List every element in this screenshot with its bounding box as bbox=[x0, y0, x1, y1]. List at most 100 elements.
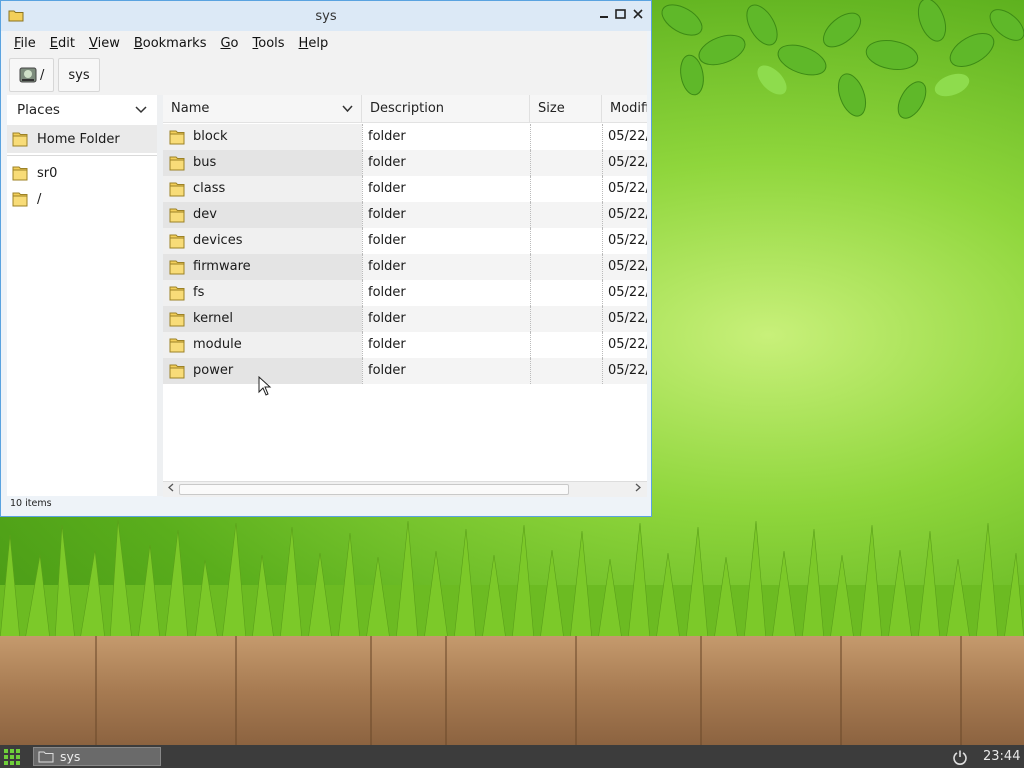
sidebar-item-home-folder[interactable]: Home Folder bbox=[7, 125, 157, 153]
table-row[interactable]: power folder 05/22/ bbox=[163, 358, 647, 384]
file-name-cell: kernel bbox=[163, 306, 362, 332]
file-description: folder bbox=[368, 337, 406, 352]
table-row[interactable]: bus folder 05/22/ bbox=[163, 150, 647, 176]
plank-line bbox=[575, 636, 577, 745]
path-root-button[interactable]: / bbox=[9, 58, 55, 92]
chevron-left-icon bbox=[168, 483, 174, 492]
list-header: Name Description Size Modifi bbox=[163, 95, 647, 123]
close-button[interactable] bbox=[630, 7, 646, 23]
file-size-cell bbox=[530, 228, 603, 254]
path-current-button[interactable]: sys bbox=[58, 58, 100, 92]
maximize-button[interactable] bbox=[612, 7, 628, 23]
file-name-cell: module bbox=[163, 332, 362, 358]
folder-icon bbox=[169, 234, 185, 249]
menu-bookmarks-mnemonic: B bbox=[133, 35, 143, 51]
sidebar-separator bbox=[7, 155, 157, 156]
menu-file[interactable]: File bbox=[7, 36, 43, 51]
table-row[interactable]: devices folder 05/22/ bbox=[163, 228, 647, 254]
file-name-cell: devices bbox=[163, 228, 362, 254]
chevron-down-icon bbox=[135, 106, 147, 114]
file-description-cell: folder bbox=[362, 332, 530, 358]
menu-help-mnemonic: H bbox=[298, 35, 309, 51]
column-size-label: Size bbox=[538, 101, 565, 116]
path-root-label: / bbox=[40, 67, 45, 83]
title-bar[interactable]: sys bbox=[1, 1, 651, 31]
file-name: class bbox=[193, 181, 226, 196]
horizontal-scrollbar[interactable] bbox=[163, 481, 647, 497]
file-description: folder bbox=[368, 181, 406, 196]
table-row[interactable]: block folder 05/22/ bbox=[163, 124, 647, 150]
minimize-button[interactable] bbox=[596, 7, 612, 23]
table-row[interactable]: module folder 05/22/ bbox=[163, 332, 647, 358]
file-name-cell: fs bbox=[163, 280, 362, 306]
file-description-cell: folder bbox=[362, 176, 530, 202]
menu-go[interactable]: Go bbox=[213, 36, 245, 51]
menu-tools[interactable]: Tools bbox=[246, 36, 292, 51]
sort-chevron-down-icon bbox=[342, 105, 353, 113]
folder-icon bbox=[169, 156, 185, 171]
file-modified-cell: 05/22/ bbox=[602, 176, 647, 202]
column-header-size[interactable]: Size bbox=[530, 95, 602, 123]
file-modified: 05/22/ bbox=[608, 285, 647, 300]
file-description-cell: folder bbox=[362, 358, 530, 384]
table-row[interactable]: class folder 05/22/ bbox=[163, 176, 647, 202]
taskbar-window-button[interactable]: sys bbox=[33, 747, 161, 766]
table-row[interactable]: kernel folder 05/22/ bbox=[163, 306, 647, 332]
sidebar-item-root[interactable]: / bbox=[7, 186, 157, 212]
file-modified: 05/22/ bbox=[608, 259, 647, 274]
table-row[interactable]: firmware folder 05/22/ bbox=[163, 254, 647, 280]
taskbar: sys 23:44 bbox=[0, 745, 1024, 768]
file-size-cell bbox=[530, 176, 603, 202]
file-description-cell: folder bbox=[362, 306, 530, 332]
file-size-cell bbox=[530, 280, 603, 306]
file-size-cell bbox=[530, 254, 603, 280]
file-list: Name Description Size Modifi block folder… bbox=[163, 95, 647, 481]
file-modified: 05/22/ bbox=[608, 311, 647, 326]
file-description-cell: folder bbox=[362, 124, 530, 150]
file-modified-cell: 05/22/ bbox=[602, 280, 647, 306]
table-row[interactable]: dev folder 05/22/ bbox=[163, 202, 647, 228]
scroll-right-button[interactable] bbox=[631, 483, 645, 497]
plank-line bbox=[235, 636, 237, 745]
sidebar-item-sr0[interactable]: sr0 bbox=[7, 160, 157, 186]
folder-icon bbox=[169, 364, 185, 379]
menu-view[interactable]: View bbox=[82, 36, 127, 51]
file-name: devices bbox=[193, 233, 243, 248]
folder-icon bbox=[169, 260, 185, 275]
scrollbar-thumb[interactable] bbox=[179, 484, 569, 495]
file-description: folder bbox=[368, 233, 406, 248]
file-size-cell bbox=[530, 306, 603, 332]
file-size-cell bbox=[530, 202, 603, 228]
grid-menu-icon[interactable] bbox=[3, 748, 21, 766]
file-modified-cell: 05/22/ bbox=[602, 254, 647, 280]
file-modified: 05/22/ bbox=[608, 129, 647, 144]
power-icon[interactable] bbox=[952, 749, 968, 765]
plank-line bbox=[370, 636, 372, 745]
menu-bookmarks[interactable]: Bookmarks bbox=[127, 36, 214, 51]
file-name: bus bbox=[193, 155, 217, 170]
folder-icon bbox=[169, 338, 185, 353]
column-header-modified[interactable]: Modifi bbox=[602, 95, 647, 123]
menu-go-rest: o bbox=[230, 35, 239, 51]
column-header-description[interactable]: Description bbox=[362, 95, 530, 123]
file-name-cell: bus bbox=[163, 150, 362, 176]
file-modified-cell: 05/22/ bbox=[602, 306, 647, 332]
file-modified-cell: 05/22/ bbox=[602, 202, 647, 228]
folder-icon bbox=[12, 192, 28, 207]
file-size-cell bbox=[530, 358, 603, 384]
scroll-left-button[interactable] bbox=[164, 483, 178, 497]
menu-help[interactable]: Help bbox=[292, 36, 336, 51]
file-name: kernel bbox=[193, 311, 234, 326]
folder-icon bbox=[169, 130, 185, 145]
file-modified-cell: 05/22/ bbox=[602, 150, 647, 176]
taskbar-window-label: sys bbox=[60, 749, 81, 764]
menu-edit-mnemonic: E bbox=[49, 35, 58, 51]
places-header[interactable]: Places bbox=[7, 95, 157, 125]
column-header-name[interactable]: Name bbox=[163, 95, 362, 123]
plank-line bbox=[95, 636, 97, 745]
file-modified: 05/22/ bbox=[608, 363, 647, 378]
menu-edit[interactable]: Edit bbox=[43, 36, 82, 51]
table-row[interactable]: fs folder 05/22/ bbox=[163, 280, 647, 306]
file-description: folder bbox=[368, 363, 406, 378]
file-description: folder bbox=[368, 285, 406, 300]
